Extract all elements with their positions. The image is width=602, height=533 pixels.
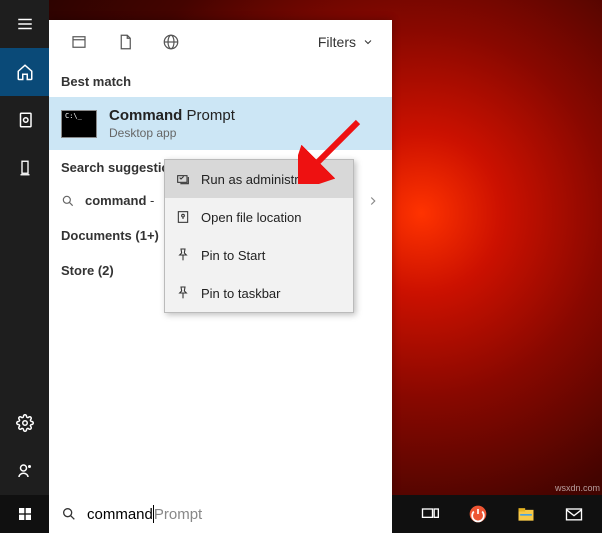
menu-icon[interactable] [0,0,49,48]
admin-icon [175,171,191,187]
devices-icon[interactable] [0,144,49,192]
context-item-label: Pin to Start [201,248,265,263]
best-match-result[interactable]: C:\_ Command Prompt Desktop app [49,97,392,150]
filters-label: Filters [318,34,356,50]
best-match-subtitle: Desktop app [109,126,235,140]
apps-filter-icon[interactable] [59,20,99,64]
settings-icon[interactable] [0,399,49,447]
context-pin-to-start[interactable]: Pin to Start [165,236,353,274]
task-view-icon[interactable] [410,495,450,533]
start-button[interactable] [0,495,49,533]
search-autocomplete: Prompt [154,506,202,523]
taskbar: command Prompt [0,495,602,533]
context-item-label: Pin to taskbar [201,286,281,301]
search-typed-text: command [87,506,153,523]
notebook-icon[interactable] [0,96,49,144]
chevron-right-icon[interactable] [366,194,380,208]
command-prompt-icon: C:\_ [61,110,97,138]
mail-icon[interactable] [554,495,594,533]
context-open-file-location[interactable]: Open file location [165,198,353,236]
context-pin-to-taskbar[interactable]: Pin to taskbar [165,274,353,312]
search-icon [61,506,77,522]
search-input[interactable]: command Prompt [87,505,380,523]
feedback-icon[interactable] [0,447,49,495]
pin-start-icon [175,247,191,263]
location-icon [175,209,191,225]
context-run-as-admin[interactable]: Run as administrator [165,160,353,198]
watermark: wsxdn.com [555,483,600,493]
context-item-label: Open file location [201,210,301,225]
best-match-heading: Best match [49,64,392,97]
chevron-down-icon [362,36,374,48]
search-icon [61,194,75,208]
filters-dropdown[interactable]: Filters [310,34,382,50]
pin-taskbar-icon [175,285,191,301]
home-icon[interactable] [0,48,49,96]
best-match-title: Command Prompt [109,107,235,124]
cortana-sidebar [0,0,49,495]
power-icon[interactable] [458,495,498,533]
taskbar-search-box[interactable]: command Prompt [49,495,392,533]
web-filter-icon[interactable] [151,20,191,64]
context-item-label: Run as administrator [201,172,321,187]
context-menu: Run as administrator Open file location … [164,159,354,313]
documents-filter-icon[interactable] [105,20,145,64]
file-explorer-icon[interactable] [506,495,546,533]
panel-header: Filters [49,20,392,64]
